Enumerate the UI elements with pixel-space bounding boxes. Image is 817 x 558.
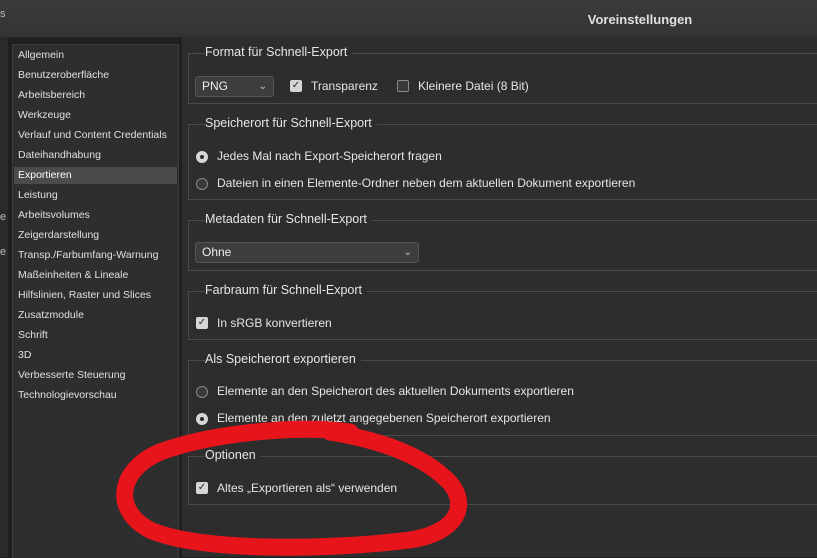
title-bar: Voreinstellungen: [0, 0, 817, 38]
sidebar-item-verlauf[interactable]: Verlauf und Content Credentials: [14, 127, 177, 144]
sidebar-item-werkzeuge[interactable]: Werkzeuge: [14, 107, 177, 124]
format-dropdown[interactable]: PNG ⌄: [195, 76, 274, 97]
group-title: Farbraum für Schnell-Export: [205, 283, 368, 297]
checkmark-icon: ✓: [291, 80, 301, 91]
sidebar-item-masseinheiten[interactable]: Maßeinheiten & Lineale: [14, 267, 177, 284]
legacy-export-checkbox[interactable]: ✓: [196, 482, 208, 494]
preferences-category-list: Allgemein Benutzeroberfläche Arbeitsbere…: [12, 44, 179, 558]
assets-folder-label: Dateien in einen Elemente-Ordner neben d…: [217, 176, 636, 190]
format-dropdown-value: PNG: [202, 79, 229, 93]
checkmark-icon: ✓: [197, 317, 207, 328]
chevron-down-icon: ⌄: [403, 247, 412, 258]
sidebar-item-schrift[interactable]: Schrift: [14, 327, 177, 344]
background-window-edge: [0, 37, 8, 557]
sidebar-item-3d[interactable]: 3D: [14, 347, 177, 364]
sidebar-item-zeigerdarstellung[interactable]: Zeigerdarstellung: [14, 227, 177, 244]
sidebar-item-benutzeroberflaeche[interactable]: Benutzeroberfläche: [14, 67, 177, 84]
background-window-text: e: [0, 211, 7, 223]
srgb-label: In sRGB konvertieren: [217, 316, 332, 330]
legacy-export-label: Altes „Exportieren als“ verwenden: [217, 481, 398, 495]
sidebar-item-hilfslinien[interactable]: Hilfslinien, Raster und Slices: [14, 287, 177, 304]
group-title: Format für Schnell-Export: [205, 45, 353, 59]
group-title: Speicherort für Schnell-Export: [205, 116, 377, 130]
sidebar-item-dateihandhabung[interactable]: Dateihandhabung: [14, 147, 177, 164]
sidebar-item-exportieren[interactable]: Exportieren: [14, 167, 177, 184]
transparency-label: Transparenz: [311, 79, 378, 93]
metadata-dropdown[interactable]: Ohne ⌄: [195, 242, 419, 263]
group-title: Optionen: [205, 448, 261, 462]
group-title: Als Speicherort exportieren: [205, 352, 361, 366]
sidebar-item-transparenz-farbumfang[interactable]: Transp./Farbumfang-Warnung: [14, 247, 177, 264]
last-location-label: Elemente an den zuletzt angegebenen Spei…: [217, 411, 551, 425]
sidebar-item-leistung[interactable]: Leistung: [14, 187, 177, 204]
checkmark-icon: ✓: [197, 482, 207, 493]
group-title: Metadaten für Schnell-Export: [205, 212, 372, 226]
smaller-file-checkbox[interactable]: [397, 80, 409, 92]
current-doc-location-label: Elemente an den Speicherort des aktuelle…: [217, 384, 574, 398]
transparency-checkbox[interactable]: ✓: [290, 80, 302, 92]
ask-location-label: Jedes Mal nach Export-Speicherort fragen: [217, 149, 442, 163]
sidebar-item-zusatzmodule[interactable]: Zusatzmodule: [14, 307, 177, 324]
ask-location-radio[interactable]: [196, 151, 208, 163]
sidebar-item-allgemein[interactable]: Allgemein: [14, 47, 177, 64]
last-location-radio[interactable]: [196, 413, 208, 425]
smaller-file-label: Kleinere Datei (8 Bit): [418, 79, 529, 93]
sidebar-item-arbeitsvolumes[interactable]: Arbeitsvolumes: [14, 207, 177, 224]
chevron-down-icon: ⌄: [258, 81, 267, 92]
sidebar-item-verbesserte-steuerung[interactable]: Verbesserte Steuerung: [14, 367, 177, 384]
srgb-checkbox[interactable]: ✓: [196, 317, 208, 329]
assets-folder-radio[interactable]: [196, 178, 208, 190]
background-window-text: s: [0, 8, 6, 20]
window-title: Voreinstellungen: [587, 12, 693, 27]
current-doc-location-radio[interactable]: [196, 386, 208, 398]
sidebar-item-arbeitsbereich[interactable]: Arbeitsbereich: [14, 87, 177, 104]
background-window-text: e: [0, 246, 7, 258]
metadata-dropdown-value: Ohne: [202, 245, 232, 259]
sidebar-item-technologievorschau[interactable]: Technologievorschau: [14, 387, 177, 404]
